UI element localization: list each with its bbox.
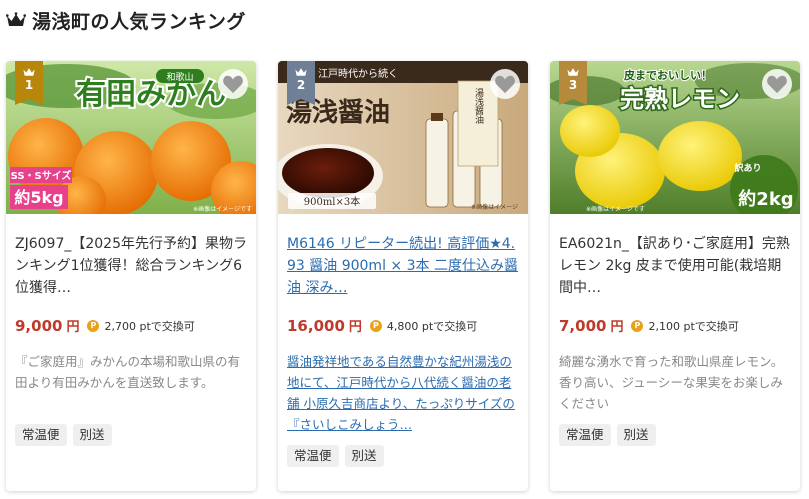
rank-badge: 2: [287, 61, 315, 105]
price-unit: 円: [610, 320, 624, 335]
product-description[interactable]: 醤油発祥地である自然豊かな紀州湯浅の地にて、江戸時代から八代続く醤油の老舗 小原…: [287, 351, 523, 435]
points-text: 2,700 ptで交換可: [104, 319, 195, 333]
image-note: ※画像はイメージ: [471, 203, 518, 211]
point-icon: P: [369, 319, 382, 332]
price-row: 7,000 円 P 2,100 ptで交換可: [559, 316, 795, 336]
image-size-badge: SS・Sサイズ: [11, 169, 72, 182]
tag-list: 常温便 別送: [287, 445, 523, 467]
tag-shipping-temp: 常温便: [287, 445, 339, 467]
crown-icon: [567, 68, 579, 76]
ranking-card-2[interactable]: 江戸時代から続く 湯浅醤油 湯浅醤油 900ml×3本 ※画像はイメージ 2 M…: [278, 61, 528, 491]
image-top-text: 江戸時代から続く: [318, 67, 398, 80]
price: 7,000: [559, 316, 607, 335]
price-row: 16,000 円 P 4,800 ptで交換可: [287, 316, 523, 336]
rank-badge: 3: [559, 61, 587, 105]
points-text: 2,100 ptで交換可: [648, 319, 739, 333]
heart-icon: [767, 75, 787, 94]
product-description: 綺麗な湧水で育った和歌山県産レモン。香り高い、ジューシーな果実をお楽しみください: [559, 354, 784, 411]
rank-number: 3: [568, 78, 578, 92]
favorite-button[interactable]: [490, 69, 520, 99]
image-note: ※画像はイメージです: [586, 205, 645, 213]
image-main-text: 有田みかん: [76, 77, 226, 112]
tag-list: 常温便 別送: [559, 424, 795, 446]
crown-icon: [6, 12, 26, 26]
image-region-text: 和歌山: [166, 71, 193, 83]
image-main-text: 完熟レモン: [620, 85, 740, 113]
favorite-button[interactable]: [218, 69, 248, 99]
price-unit: 円: [66, 320, 80, 335]
price: 9,000: [15, 316, 63, 335]
image-note: ※画像はイメージです: [193, 205, 252, 213]
image-top-text: 皮までおいしい！: [623, 68, 712, 82]
tag-shipping-temp: 常温便: [559, 424, 611, 446]
point-icon: P: [631, 319, 644, 332]
point-icon: P: [87, 319, 100, 332]
ranking-card-1[interactable]: 有田みかん 和歌山 SS・Sサイズ 約5kg ※画像はイメージです 1 ZJ60…: [6, 61, 256, 491]
crown-icon: [23, 68, 35, 76]
rank-number: 2: [296, 78, 306, 92]
product-title[interactable]: M6146 リピーター続出! 高評価★4.93 醤油 900ml × 3本 二度…: [287, 233, 523, 299]
crown-icon: [295, 68, 307, 76]
tag-separate-shipping: 別送: [616, 424, 656, 446]
price-unit: 円: [348, 320, 362, 335]
tag-separate-shipping: 別送: [72, 424, 112, 446]
price-row: 9,000 円 P 2,700 ptで交換可: [15, 316, 251, 336]
section-header: 湯浅町の人気ランキング: [6, 6, 246, 34]
image-badge-main: 約2kg: [738, 188, 793, 210]
points-text: 4,800 ptで交換可: [386, 319, 478, 333]
heart-icon: [495, 75, 515, 94]
product-title[interactable]: EA6021n_【訳あり･ご家庭用】完熟 レモン 2kg 皮まで使用可能(栽培期…: [559, 233, 795, 299]
tag-list: 常温便 別送: [15, 424, 251, 446]
rank-number: 1: [24, 78, 34, 92]
image-badge-small: 訳あり: [734, 162, 761, 174]
tag-separate-shipping: 別送: [344, 445, 384, 467]
ranking-card-3[interactable]: 皮までおいしい！ 完熟レモン 訳あり 約2kg ※画像はイメージです 3 EA6…: [550, 61, 800, 491]
image-weight-badge: 約5kg: [14, 188, 63, 207]
tag-shipping-temp: 常温便: [15, 424, 67, 446]
section-title: 湯浅町の人気ランキング: [32, 10, 246, 33]
product-description: 『ご家庭用』みかんの本場和歌山県の有田より有田みかんを直送致します。: [15, 354, 241, 390]
heart-icon: [223, 75, 243, 94]
price: 16,000: [287, 316, 345, 335]
image-size-text: 900ml×3本: [304, 195, 361, 208]
product-title[interactable]: ZJ6097_【2025年先行予約】果物ランキング1位獲得！総合ランキング6位獲…: [15, 233, 251, 299]
rank-badge: 1: [15, 61, 43, 105]
image-bottle-label: 湯浅醤油: [473, 88, 484, 125]
favorite-button[interactable]: [762, 69, 792, 99]
